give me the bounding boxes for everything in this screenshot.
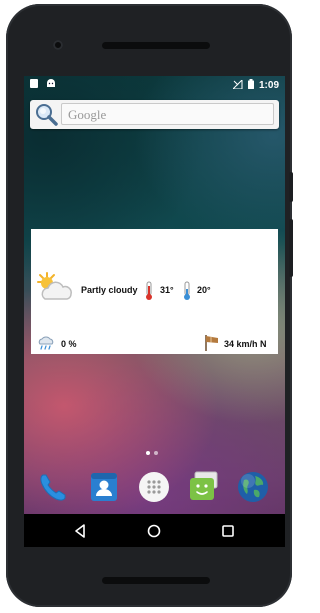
temperature-high: 31° — [160, 285, 174, 295]
sim-card-icon — [30, 79, 38, 88]
weather-widget[interactable]: Partly cloudy 31° 20° 0 % 34 km/h N — [31, 229, 278, 354]
temperature-low: 20° — [197, 285, 211, 295]
home-icon[interactable] — [145, 522, 163, 540]
earpiece-speaker — [102, 42, 210, 49]
navigation-bar — [24, 514, 285, 547]
wind-speed: 34 km/h N — [224, 339, 267, 349]
contacts-icon[interactable] — [87, 470, 121, 504]
rain-cloud-icon — [37, 336, 55, 350]
back-icon[interactable] — [71, 522, 89, 540]
screen: 1:09 Google Partly cloudy 31° 20° 0 % 34… — [24, 76, 285, 547]
phone-icon[interactable] — [36, 470, 70, 504]
app-dock — [24, 466, 285, 506]
front-camera — [53, 40, 63, 50]
magnifier-icon[interactable] — [34, 102, 58, 126]
partly-cloudy-icon — [35, 272, 75, 304]
thermometer-cold-icon — [182, 281, 192, 301]
recents-icon[interactable] — [219, 522, 237, 540]
volume-button — [289, 219, 293, 277]
messaging-icon[interactable] — [187, 470, 221, 504]
bottom-speaker — [102, 577, 210, 584]
google-search-widget[interactable]: Google — [30, 100, 279, 129]
app-drawer-icon[interactable] — [137, 470, 171, 504]
phone-frame: 1:09 Google Partly cloudy 31° 20° 0 % 34… — [6, 4, 293, 607]
precipitation-chance: 0 % — [61, 339, 77, 349]
weather-condition: Partly cloudy — [81, 285, 138, 295]
page-dot-active — [146, 451, 150, 455]
android-icon — [46, 79, 56, 91]
clock-time: 1:09 — [258, 80, 279, 91]
browser-globe-icon[interactable] — [236, 470, 270, 504]
wind-sock-icon — [203, 333, 219, 351]
thermometer-hot-icon — [144, 281, 154, 301]
power-button — [289, 172, 293, 202]
battery-icon — [247, 79, 254, 92]
page-dot — [154, 451, 158, 455]
search-input[interactable]: Google — [61, 103, 274, 125]
page-indicator — [146, 451, 158, 455]
signal-off-icon — [231, 78, 243, 92]
status-bar: 1:09 — [24, 76, 285, 94]
